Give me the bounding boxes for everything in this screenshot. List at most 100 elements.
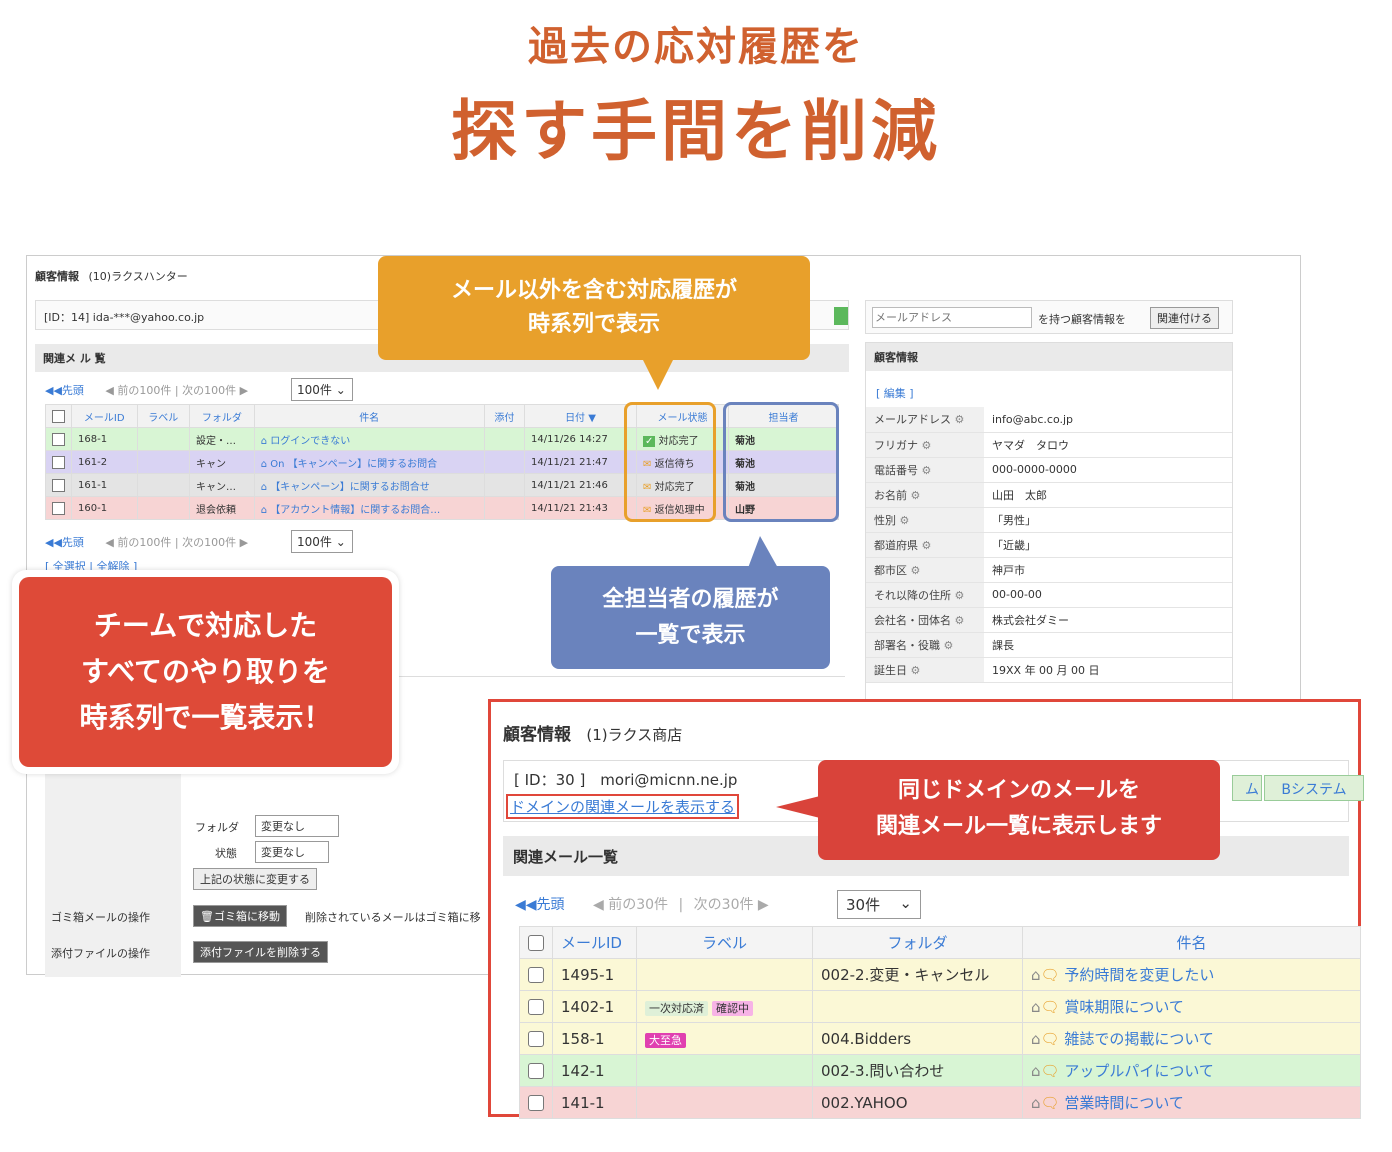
email-assoc-text: を持つ顧客情報を — [1038, 313, 1126, 326]
row-checkbox[interactable] — [528, 1095, 544, 1111]
back-col-header[interactable]: 添付 — [483, 404, 526, 428]
mail-subject[interactable]: ⌂🗨 賞味期限について — [1022, 990, 1361, 1023]
front-pager-next[interactable]: 次の30件 ▶ — [694, 897, 769, 913]
field-value: 山田 太郎 — [984, 482, 1232, 508]
row-checkbox[interactable] — [528, 967, 544, 983]
delete-attachments-button[interactable]: 添付ファイルを削除する — [193, 941, 328, 963]
headline-line1: 過去の応対履歴を — [528, 24, 864, 70]
domain-related-link[interactable]: ドメインの関連メールを表示する — [506, 794, 740, 819]
help-icon: ⚙ — [954, 588, 965, 602]
front-col-header[interactable]: 件名 — [1022, 926, 1361, 959]
back-pager-next[interactable]: 次の100件 ▶ — [182, 384, 248, 397]
back-col-header[interactable]: ラベル — [136, 404, 190, 428]
person-icon: ⌂ — [1031, 998, 1041, 1016]
edit-link[interactable]: [ 編集 ] — [866, 371, 1232, 407]
back-col-header[interactable]: 日付 ▼ — [524, 404, 637, 428]
help-icon: ⚙ — [921, 438, 932, 452]
front-pager-prev[interactable]: ◀ 前の30件 — [593, 897, 668, 913]
row-checkbox[interactable] — [528, 1063, 544, 1079]
label-tag: 大至急 — [645, 1032, 686, 1048]
field-key: 性別 ⚙ — [866, 507, 984, 533]
table-row[interactable]: 161-1 キャン… ⌂ 【キャンペーン】に関するお問合せ 14/11/21 2… — [45, 473, 839, 497]
tag-a[interactable]: ム — [1232, 775, 1262, 801]
front-select-all-checkbox[interactable] — [528, 935, 544, 951]
back-per-page-select[interactable]: 100件 ⌄ — [291, 378, 353, 401]
back-green-button[interactable] — [834, 307, 848, 325]
table-row[interactable]: 160-1 退会依頼 ⌂ 【アカウント情報】に関するお問合… 14/11/21 … — [45, 496, 839, 520]
field-key-text: 都市区 — [874, 563, 907, 577]
mail-subject[interactable]: ⌂🗨 営業時間について — [1022, 1086, 1361, 1119]
table-row[interactable]: 141-1 002.YAHOO ⌂🗨 営業時間について — [519, 1086, 1361, 1119]
email-assoc-input[interactable] — [872, 307, 1032, 328]
mail-subject[interactable]: ⌂🗨 予約時間を変更したい — [1022, 958, 1361, 991]
field-key-text: 誕生日 — [874, 663, 907, 677]
mail-folder: 002-3.問い合わせ — [812, 1054, 1023, 1087]
folder-select[interactable]: 変更なし — [255, 815, 339, 837]
front-pager-first[interactable]: ◀◀先頭 — [515, 897, 565, 913]
back-pager-next-bottom[interactable]: 次の100件 ▶ — [182, 536, 248, 549]
field-key-text: 会社名・団体名 — [874, 613, 951, 627]
mail-folder: 002.YAHOO — [812, 1086, 1023, 1119]
table-row[interactable]: 1495-1 002-2.変更・キャンセル ⌂🗨 予約時間を変更したい — [519, 958, 1361, 991]
table-row[interactable]: 168-1 設定・… ⌂ ログインできない 14/11/26 14:27 ✓ 対… — [45, 427, 839, 451]
callout-line: 関連メール一覧に表示します — [875, 814, 1162, 839]
mail-labels: 一次対応済 確認中 — [636, 990, 813, 1023]
trash-button[interactable]: 🗑ゴミ箱に移動 — [193, 905, 287, 927]
back-pager-prev-bottom[interactable]: ◀ 前の100件 — [105, 536, 171, 549]
table-row[interactable]: 161-2 キャン ⌂ On 【キャンペーン】に関するお問合 14/11/21 … — [45, 450, 839, 474]
tag-b-system[interactable]: Bシステム — [1264, 775, 1364, 801]
label-tag: 確認中 — [712, 1000, 753, 1016]
row-checkbox[interactable] — [52, 501, 65, 515]
email-assoc-bar: を持つ顧客情報を 関連付ける — [865, 300, 1233, 334]
back-pager-prev[interactable]: ◀ 前の100件 — [105, 384, 171, 397]
customer-fields: メールアドレス ⚙ info@abc.co.jp フリガナ ⚙ ヤマダ タロウ 電話番号… — [866, 407, 1232, 683]
field-value: 課長 — [984, 632, 1232, 658]
help-icon: ⚙ — [921, 463, 932, 477]
mail-subject[interactable]: ⌂🗨 アップルパイについて — [1022, 1054, 1361, 1087]
associate-button[interactable]: 関連付ける — [1150, 307, 1219, 329]
chevron-down-icon: ⌄ — [335, 383, 346, 397]
status-select[interactable]: 変更なし — [255, 841, 329, 863]
front-id-email: [ ID：30 ] mori@micnn.ne.jp — [514, 771, 738, 789]
row-checkbox[interactable] — [52, 432, 65, 446]
mail-folder: 退会依頼 — [188, 496, 255, 520]
field-value: ヤマダ タロウ — [984, 432, 1232, 458]
back-title: 顧客情報 — [35, 270, 79, 283]
table-row[interactable]: 142-1 002-3.問い合わせ ⌂🗨 アップルパイについて — [519, 1054, 1361, 1087]
row-checkbox[interactable] — [52, 455, 65, 469]
row-checkbox[interactable] — [52, 478, 65, 492]
back-per-page-select-bottom[interactable]: 100件 ⌄ — [291, 530, 353, 553]
field-key-text: お名前 — [874, 488, 907, 502]
mail-subject[interactable]: ⌂ On 【キャンペーン】に関するお問合 — [253, 450, 485, 474]
mail-subject[interactable]: ⌂ 【キャンペーン】に関するお問合せ — [253, 473, 485, 497]
back-pager-first[interactable]: ◀◀先頭 — [45, 384, 84, 397]
back-col-header[interactable]: メールID — [71, 404, 138, 428]
front-col-header[interactable]: メールID — [552, 926, 637, 959]
mail-subject[interactable]: ⌂🗨 雑誌での掲載について — [1022, 1022, 1361, 1055]
back-col-header[interactable]: フォルダ — [188, 404, 255, 428]
mail-subject-text: 営業時間について — [1064, 1094, 1184, 1112]
table-row[interactable]: 1402-1 一次対応済 確認中 ⌂🗨 賞味期限について — [519, 990, 1361, 1023]
front-per-page-select[interactable]: 30件 ⌄ — [837, 890, 921, 919]
front-col-header[interactable]: フォルダ — [812, 926, 1023, 959]
front-col-header[interactable]: ラベル — [636, 926, 813, 959]
mail-labels — [636, 1054, 813, 1087]
row-checkbox[interactable] — [528, 1031, 544, 1047]
apply-status-button[interactable]: 上記の状態に変更する — [193, 868, 317, 890]
table-row[interactable]: 158-1 大至急 004.Bidders ⌂🗨 雑誌での掲載について — [519, 1022, 1361, 1055]
mail-id: 142-1 — [552, 1054, 637, 1087]
mail-subject-text: 予約時間を変更したい — [1064, 966, 1215, 984]
callout-same-domain: 同じドメインのメールを 関連メール一覧に表示します — [818, 760, 1220, 860]
back-select-all-checkbox[interactable] — [52, 409, 65, 423]
trash-icon: 🗑 — [200, 910, 214, 923]
row-checkbox[interactable] — [528, 999, 544, 1015]
callout-line: 同じドメインのメールを — [897, 778, 1140, 803]
customer-info-title: 顧客情報 — [866, 343, 1232, 371]
mail-subject[interactable]: ⌂ 【アカウント情報】に関するお問合… — [253, 496, 485, 520]
field-key: 都市区 ⚙ — [866, 557, 984, 583]
field-key-text: 部署名・役職 — [874, 638, 940, 652]
mail-subject[interactable]: ⌂ ログインできない — [253, 427, 485, 451]
mail-folder: キャン… — [188, 473, 255, 497]
back-col-header[interactable]: 件名 — [253, 404, 485, 428]
back-pager-first-bottom[interactable]: ◀◀先頭 — [45, 536, 84, 549]
